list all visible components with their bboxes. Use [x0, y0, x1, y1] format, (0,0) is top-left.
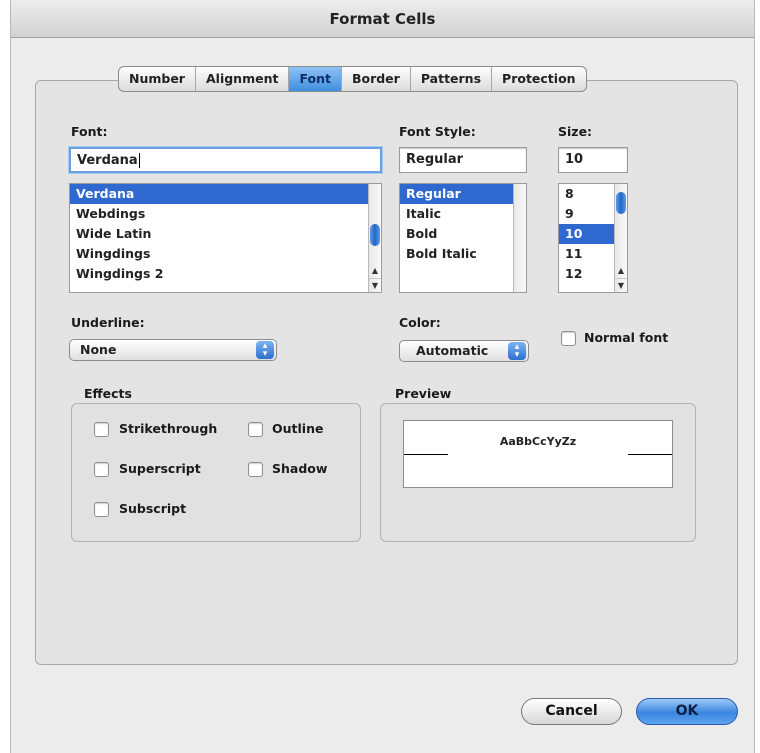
- subscript-checkbox[interactable]: [94, 502, 109, 517]
- ok-button[interactable]: OK: [636, 698, 738, 725]
- color-value: Automatic: [416, 343, 489, 358]
- preview-baseline-right: [628, 454, 672, 455]
- tab-panel: Font: Verdana Verdana Webdings Wide Lati…: [35, 80, 738, 665]
- normal-font-checkbox[interactable]: [561, 331, 576, 346]
- underline-label: Underline:: [71, 315, 145, 330]
- color-popup[interactable]: Automatic ▴ ▾: [399, 340, 529, 362]
- font-style-input[interactable]: Regular: [399, 147, 527, 173]
- font-list-item[interactable]: Wingdings 2: [70, 264, 381, 284]
- text-caret: [138, 153, 140, 168]
- underline-popup[interactable]: None ▴ ▾: [69, 339, 277, 361]
- size-label: Size:: [558, 124, 593, 139]
- font-style-list-scrollbar[interactable]: [513, 184, 526, 292]
- strikethrough-label: Strikethrough: [119, 421, 218, 436]
- scroll-up-arrow-icon[interactable]: ▲: [369, 264, 381, 278]
- underline-value: None: [80, 342, 117, 357]
- superscript-label: Superscript: [119, 461, 201, 476]
- effects-label: Effects: [84, 386, 132, 401]
- font-style-list-item[interactable]: Bold Italic: [400, 244, 526, 264]
- font-label: Font:: [71, 124, 108, 139]
- font-name-input[interactable]: Verdana: [69, 147, 382, 173]
- size-list-item[interactable]: 10: [559, 224, 614, 244]
- preview-sample-text: AaBbCcYyZz: [499, 435, 577, 448]
- shadow-checkbox[interactable]: [248, 462, 263, 477]
- color-label: Color:: [399, 315, 441, 330]
- tab-patterns[interactable]: Patterns: [411, 67, 493, 91]
- font-style-list[interactable]: Regular Italic Bold Bold Italic: [399, 183, 527, 293]
- strikethrough-checkbox[interactable]: [94, 422, 109, 437]
- font-style-label: Font Style:: [399, 124, 476, 139]
- format-cells-dialog: Format Cells Number Alignment Font Borde…: [10, 0, 755, 753]
- preview-label: Preview: [395, 386, 452, 401]
- outline-checkbox[interactable]: [248, 422, 263, 437]
- scroll-down-arrow-icon[interactable]: ▼: [369, 278, 381, 292]
- tab-alignment[interactable]: Alignment: [196, 67, 290, 91]
- size-list-scrollbar[interactable]: ▲ ▼: [614, 184, 627, 292]
- font-list-item[interactable]: Wide Latin: [70, 224, 381, 244]
- font-style-list-item[interactable]: Regular: [400, 184, 513, 204]
- effects-group: Strikethrough Outline Superscript Shadow…: [71, 403, 361, 542]
- font-list-item[interactable]: Verdana: [70, 184, 381, 204]
- scroll-down-arrow-icon[interactable]: ▼: [615, 278, 627, 292]
- tab-number[interactable]: Number: [119, 67, 196, 91]
- updown-arrows-icon: ▴ ▾: [508, 342, 526, 360]
- tab-bar: Number Alignment Font Border Patterns Pr…: [118, 66, 587, 92]
- outline-label: Outline: [272, 421, 324, 436]
- preview-baseline-left: [404, 454, 448, 455]
- subscript-label: Subscript: [119, 501, 187, 516]
- size-list[interactable]: 8 9 10 11 12 ▲ ▼: [558, 183, 628, 293]
- font-style-list-item[interactable]: Bold: [400, 224, 526, 244]
- updown-arrows-icon: ▴ ▾: [256, 341, 274, 359]
- cancel-button[interactable]: Cancel: [521, 698, 622, 725]
- scroll-up-arrow-icon[interactable]: ▲: [615, 264, 627, 278]
- font-list-scrollbar[interactable]: ▲ ▼: [368, 184, 381, 292]
- size-input[interactable]: 10: [558, 147, 628, 173]
- normal-font-label: Normal font: [584, 330, 669, 345]
- scroll-thumb[interactable]: [370, 224, 380, 246]
- font-name-value: Verdana: [77, 153, 138, 168]
- shadow-label: Shadow: [272, 461, 328, 476]
- preview-box: AaBbCcYyZz: [403, 420, 673, 488]
- window-title: Format Cells: [11, 0, 754, 38]
- preview-group: AaBbCcYyZz: [380, 403, 696, 542]
- tab-protection[interactable]: Protection: [492, 67, 586, 91]
- font-style-list-item[interactable]: Italic: [400, 204, 526, 224]
- tab-font[interactable]: Font: [289, 67, 342, 91]
- font-list[interactable]: Verdana Webdings Wide Latin Wingdings Wi…: [69, 183, 382, 293]
- superscript-checkbox[interactable]: [94, 462, 109, 477]
- font-list-item[interactable]: Webdings: [70, 204, 381, 224]
- tab-border[interactable]: Border: [342, 67, 411, 91]
- font-list-item[interactable]: Wingdings: [70, 244, 381, 264]
- scroll-thumb[interactable]: [616, 192, 626, 214]
